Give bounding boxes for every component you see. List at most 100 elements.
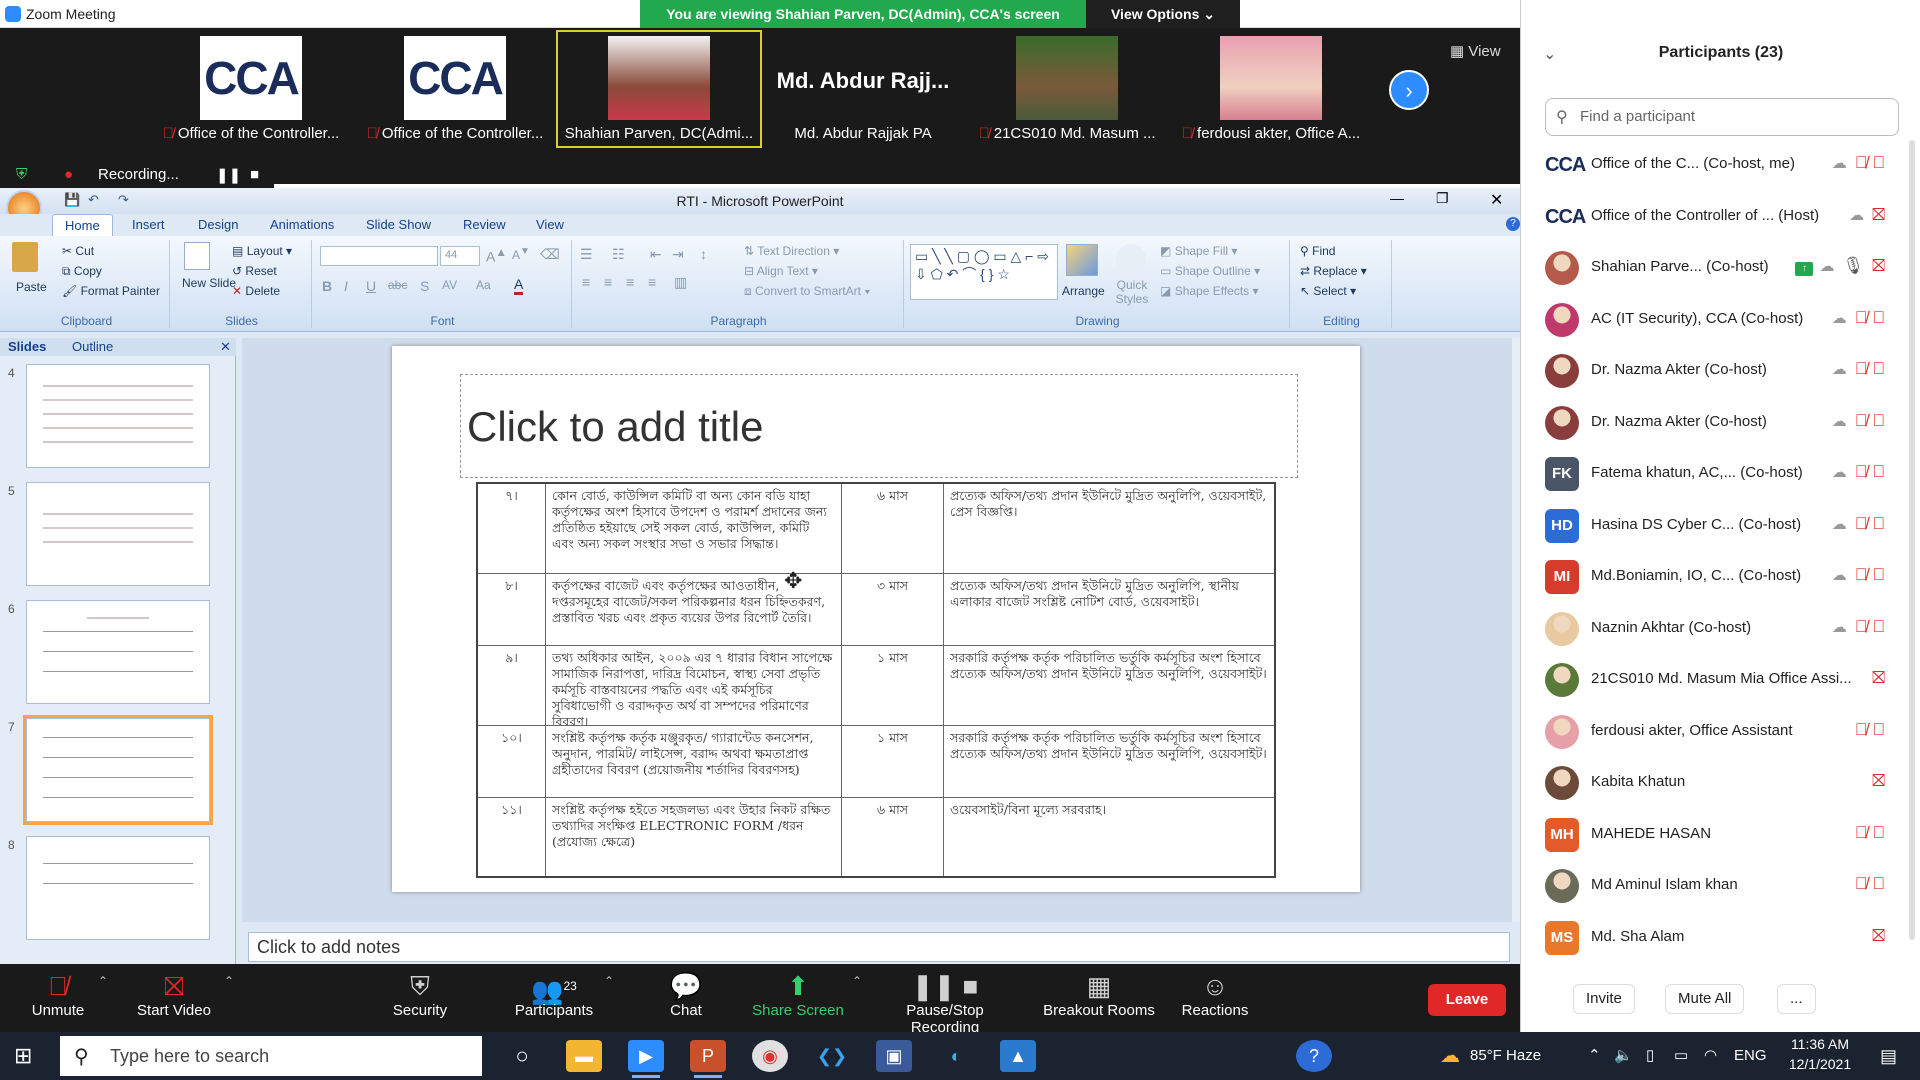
photos-icon[interactable]: ▲ xyxy=(1000,1040,1036,1072)
volume-icon[interactable]: 🔈 xyxy=(1614,1032,1633,1080)
wifi-icon[interactable]: ◠ xyxy=(1704,1032,1717,1080)
clock[interactable]: 11:36 AM 12/1/2021 xyxy=(1770,1034,1870,1074)
delete-button[interactable]: ✕ Delete xyxy=(232,284,280,298)
leave-button[interactable]: Leave xyxy=(1428,984,1506,1016)
tab-insert[interactable]: Insert xyxy=(132,217,165,232)
increase-indent-icon[interactable]: ⇥ xyxy=(672,246,684,263)
pause-recording-icon[interactable]: ❚❚ xyxy=(216,166,241,184)
more-button[interactable]: ... xyxy=(1777,984,1816,1014)
edge-icon[interactable]: ◐ xyxy=(938,1040,974,1072)
arrange-button[interactable]: Arrange xyxy=(1062,284,1105,298)
taskbar-search-input[interactable]: ⚲ Type here to search xyxy=(60,1036,482,1076)
language-indicator[interactable]: ENG xyxy=(1734,1032,1767,1080)
slide-thumbnail[interactable] xyxy=(26,836,210,940)
notes-pane[interactable]: Click to add notes xyxy=(248,932,1510,962)
participant-row[interactable]: HD Hasina DS Cyber C... (Co-host) ☁ 🎙̸ ⛝ xyxy=(1545,501,1885,551)
shape-effects-button[interactable]: ◪ Shape Effects ▾ xyxy=(1160,284,1259,298)
reset-button[interactable]: ↺ Reset xyxy=(232,264,277,278)
app-icon[interactable]: ▣ xyxy=(876,1040,912,1072)
shadow-icon[interactable]: S xyxy=(420,278,429,294)
italic-icon[interactable]: I xyxy=(344,278,348,294)
slide-thumbnail[interactable] xyxy=(26,482,210,586)
grow-font-icon[interactable]: A▲ xyxy=(486,246,507,265)
ppt-minimize-button[interactable]: — xyxy=(1390,190,1404,206)
caret-up-icon[interactable]: ⌃ xyxy=(224,974,234,988)
font-color-icon[interactable]: A xyxy=(514,276,524,295)
ppt-restore-button[interactable]: ❐ xyxy=(1436,190,1449,207)
slide-scrollbar[interactable] xyxy=(1512,338,1520,922)
mute-all-button[interactable]: Mute All xyxy=(1665,984,1745,1014)
caret-up-icon[interactable]: ⌃ xyxy=(604,974,614,988)
numbering-icon[interactable]: ☷ xyxy=(612,246,625,263)
participant-row[interactable]: Dr. Nazma Akter (Co-host) ☁ 🎙̸ ⛝ xyxy=(1545,398,1885,448)
convert-smartart-button[interactable]: ⧈ Convert to SmartArt ▾ xyxy=(744,284,870,299)
font-name-field[interactable] xyxy=(320,246,438,266)
line-spacing-icon[interactable]: ↕ xyxy=(700,246,707,262)
notifications-icon[interactable]: ▤ xyxy=(1880,1032,1897,1080)
find-button[interactable]: ⚲ Find xyxy=(1300,244,1335,258)
pause-stop-recording-button[interactable]: ❚❚ ■ Pause/Stop Recording xyxy=(870,970,1020,1036)
participant-row[interactable]: 21CS010 Md. Masum Mia Office Assi... ⛝ xyxy=(1545,655,1885,705)
participant-row[interactable]: Md Aminul Islam khan 🎙̸ ⛝ xyxy=(1545,861,1885,911)
task-view-icon[interactable]: ○ xyxy=(504,1040,540,1072)
participant-search-input[interactable]: ⚲ Find a participant xyxy=(1545,98,1899,136)
new-slide-icon[interactable] xyxy=(184,242,210,270)
quick-styles-button[interactable]: Quick Styles xyxy=(1112,278,1152,306)
tab-home[interactable]: Home xyxy=(52,214,113,238)
align-left-icon[interactable]: ≡ xyxy=(582,274,590,290)
font-size-field[interactable]: 44 xyxy=(440,246,480,266)
stop-recording-icon[interactable]: ■ xyxy=(250,166,259,183)
participant-row[interactable]: CCA Office of the Controller of ... (Host… xyxy=(1545,192,1885,242)
participant-row[interactable]: Shahian Parve... (Co-host) ↑ ☁ 🎙 ⛝ xyxy=(1545,243,1885,293)
tab-view[interactable]: View xyxy=(536,217,564,232)
tab-slides[interactable]: Slides xyxy=(8,339,46,354)
quick-styles-icon[interactable] xyxy=(1116,244,1146,274)
zoom-app-icon[interactable]: ▶ xyxy=(628,1040,664,1078)
format-painter-button[interactable]: 🖌 Format Painter xyxy=(62,284,160,298)
new-slide-button[interactable]: New Slide xyxy=(182,276,236,290)
bold-icon[interactable]: B xyxy=(322,278,332,294)
change-case-icon[interactable]: Aa xyxy=(476,278,491,292)
underline-icon[interactable]: U xyxy=(366,278,376,294)
start-video-button[interactable]: ⛝ Start Video ⌃ xyxy=(132,970,234,1019)
participant-row[interactable]: Kabita Khatun ⛝ xyxy=(1545,758,1885,808)
char-spacing-icon[interactable]: AV xyxy=(442,278,457,292)
tab-outline[interactable]: Outline xyxy=(72,339,113,354)
participant-row[interactable]: MS Md. Sha Alam ⛝ xyxy=(1545,913,1885,963)
redo-icon[interactable]: ↷ xyxy=(118,192,129,208)
strikethrough-icon[interactable]: abc xyxy=(388,278,407,292)
close-pane-icon[interactable]: ✕ xyxy=(220,339,231,355)
participant-row[interactable]: AC (IT Security), CCA (Co-host) ☁ 🎙̸ ⛝ xyxy=(1545,295,1885,345)
bullets-icon[interactable]: ☰ xyxy=(580,246,593,263)
shrink-font-icon[interactable]: A▼ xyxy=(512,246,530,262)
vscode-icon[interactable]: ❮❯ xyxy=(814,1040,850,1072)
layout-button[interactable]: ▤ Layout ▾ xyxy=(232,244,292,258)
align-right-icon[interactable]: ≡ xyxy=(626,274,634,290)
caret-up-icon[interactable]: ⌃ xyxy=(98,974,108,988)
participant-row[interactable]: CCA Office of the C... (Co-host, me) ☁ 🎙̸ ⛝ xyxy=(1545,140,1885,190)
file-explorer-icon[interactable]: ▬ xyxy=(566,1040,602,1072)
next-page-arrow-icon[interactable]: › xyxy=(1389,70,1429,110)
powerpoint-app-icon[interactable]: P xyxy=(690,1040,726,1078)
paste-button[interactable]: Paste xyxy=(16,280,47,294)
tab-design[interactable]: Design xyxy=(198,217,238,232)
tab-slide-show[interactable]: Slide Show xyxy=(366,217,431,232)
replace-button[interactable]: ⇄ Replace ▾ xyxy=(1300,264,1367,278)
tab-animations[interactable]: Animations xyxy=(270,217,334,232)
participant-row[interactable]: Dr. Nazma Akter (Co-host) ☁ 🎙̸ ⛝ xyxy=(1545,346,1885,396)
windows-start-icon[interactable]: ⊞ xyxy=(14,1044,38,1068)
participant-row[interactable]: MH MAHEDE HASAN 🎙̸ ⛝ xyxy=(1545,810,1885,860)
shape-fill-button[interactable]: ◩ Shape Fill ▾ xyxy=(1160,244,1237,258)
decrease-indent-icon[interactable]: ⇤ xyxy=(650,246,662,263)
arrange-icon[interactable] xyxy=(1066,244,1098,276)
participant-row[interactable]: FK Fatema khatun, AC,... (Co-host) ☁ 🎙̸ ⛝ xyxy=(1545,449,1885,499)
chat-button[interactable]: 💬 Chat xyxy=(664,970,708,1019)
paste-icon[interactable] xyxy=(12,242,38,272)
device-icon[interactable]: ▯ xyxy=(1646,1032,1654,1080)
align-center-icon[interactable]: ≡ xyxy=(604,274,612,290)
video-tile[interactable]: 🎙̸ ferdousi akter, Office A... xyxy=(1170,32,1372,146)
unmute-button[interactable]: 🎙̸ Unmute ⌃ xyxy=(26,970,108,1019)
security-button[interactable]: ⛨ Security xyxy=(388,970,452,1019)
participant-row[interactable]: MI Md.Boniamin, IO, C... (Co-host) ☁ 🎙̸ ⛝ xyxy=(1545,552,1885,602)
invite-button[interactable]: Invite xyxy=(1573,984,1635,1014)
